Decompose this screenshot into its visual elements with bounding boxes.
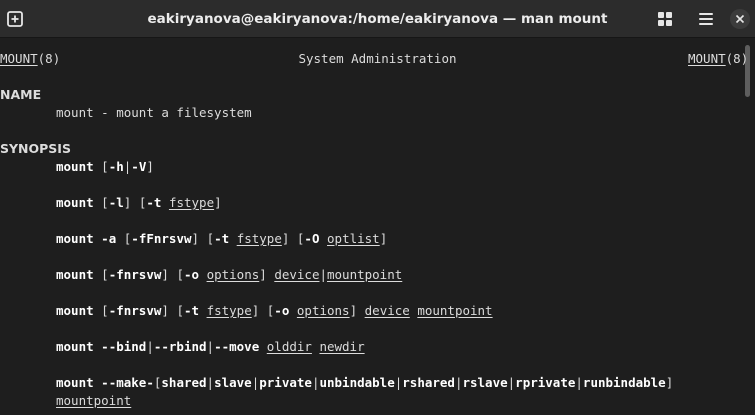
grid-view-icon <box>658 12 672 26</box>
synopsis-line: mount [-fnrsvw] [-t fstype] [-o options]… <box>56 303 493 318</box>
main-menu-button[interactable] <box>695 8 717 30</box>
header-bar: eakiryanova@eakiryanova:/home/eakiryanov… <box>0 0 755 38</box>
close-icon <box>735 14 745 24</box>
man-header-right: MOUNT(8) <box>688 51 749 66</box>
window-title: eakiryanova@eakiryanova:/home/eakiryanov… <box>147 11 608 27</box>
synopsis-line: mount --bind|--rbind|--move olddir newdi… <box>56 339 365 354</box>
synopsis-line: mount [-l] [-t fstype] <box>56 195 222 210</box>
grid-view-button[interactable] <box>654 8 676 30</box>
name-description: mount - mount a filesystem <box>56 105 252 120</box>
synopsis-line: mount [-h|-V] <box>56 159 154 174</box>
synopsis-line: mount --make-[shared|slave|private|unbin… <box>56 375 674 390</box>
synopsis-line: mount -a [-fFnrsvw] [-t fstype] [-O optl… <box>56 231 388 246</box>
synopsis-line-continuation: mountpoint <box>56 393 132 408</box>
section-heading-name: NAME <box>0 87 42 102</box>
synopsis-line: mount [-fnrsvw] [-o options] device|moun… <box>56 267 403 282</box>
section-heading-synopsis: SYNOPSIS <box>0 141 71 156</box>
close-button[interactable] <box>730 9 750 29</box>
terminal-view[interactable]: MOUNT(8) System Administration MOUNT(8) … <box>0 39 755 415</box>
man-header-center: System Administration <box>298 51 457 66</box>
hamburger-menu-icon <box>699 13 713 25</box>
